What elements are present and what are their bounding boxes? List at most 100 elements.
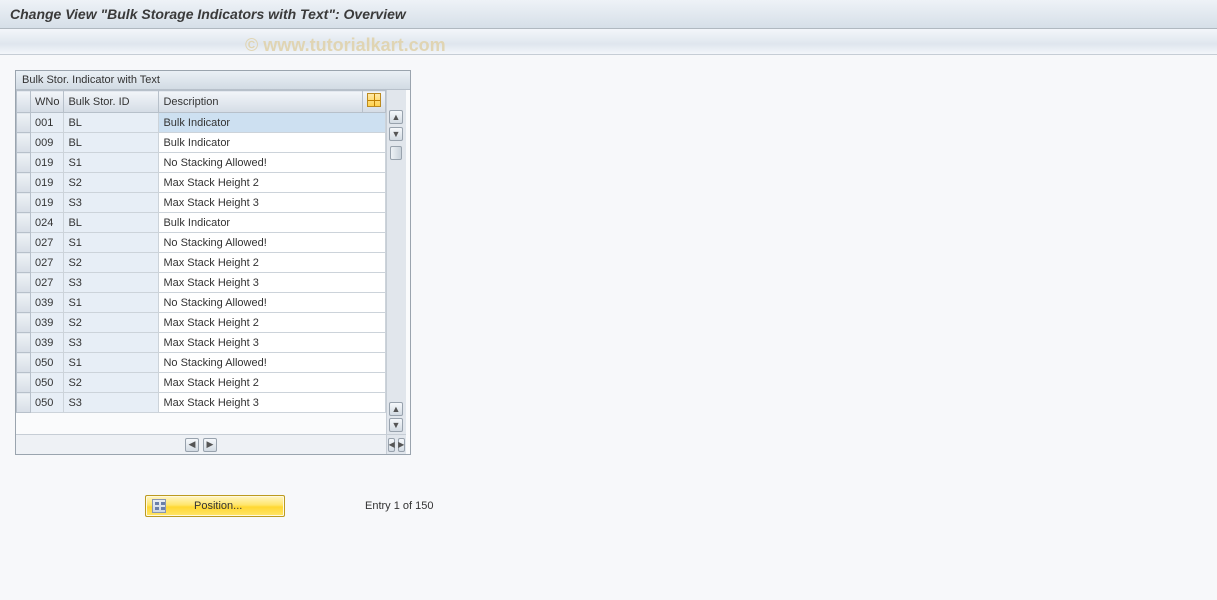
cell-description[interactable]: Bulk Indicator xyxy=(159,113,386,133)
row-selector[interactable] xyxy=(17,193,31,213)
configure-columns-button[interactable] xyxy=(363,91,386,113)
cell-wno: 050 xyxy=(31,393,64,413)
cell-wno: 039 xyxy=(31,313,64,333)
table-row[interactable]: 027S2Max Stack Height 2 xyxy=(17,253,386,273)
table-row[interactable]: 050S3Max Stack Height 3 xyxy=(17,393,386,413)
content-area: Bulk Stor. Indicator with Text WNo Bulk … xyxy=(0,55,1217,532)
cell-id: S3 xyxy=(64,333,159,353)
table-row[interactable]: 009BLBulk Indicator xyxy=(17,133,386,153)
bulk-stor-panel: Bulk Stor. Indicator with Text WNo Bulk … xyxy=(15,70,411,455)
row-selector[interactable] xyxy=(17,233,31,253)
cell-wno: 039 xyxy=(31,333,64,353)
row-selector[interactable] xyxy=(17,133,31,153)
table-row[interactable]: 027S1No Stacking Allowed! xyxy=(17,233,386,253)
cell-id: S1 xyxy=(64,293,159,313)
row-selector[interactable] xyxy=(17,113,31,133)
cell-id: S1 xyxy=(64,153,159,173)
horizontal-scrollbar[interactable]: ◀ ▶ xyxy=(16,434,386,454)
table-row[interactable]: 050S1No Stacking Allowed! xyxy=(17,353,386,373)
scroll-left-icon[interactable]: ◀ xyxy=(388,438,395,452)
panel-header: Bulk Stor. Indicator with Text xyxy=(16,71,410,90)
cell-description[interactable]: Max Stack Height 3 xyxy=(159,273,386,293)
row-selector[interactable] xyxy=(17,153,31,173)
scroll-down-icon[interactable]: ▼ xyxy=(389,127,403,141)
cell-description[interactable]: Max Stack Height 2 xyxy=(159,373,386,393)
table-row[interactable]: 024BLBulk Indicator xyxy=(17,213,386,233)
bulk-stor-table: WNo Bulk Stor. ID Description 001BLBulk … xyxy=(16,90,386,413)
row-selector[interactable] xyxy=(17,353,31,373)
table-row[interactable]: 019S1No Stacking Allowed! xyxy=(17,153,386,173)
table-row[interactable]: 001BLBulk Indicator xyxy=(17,113,386,133)
col-header-wno[interactable]: WNo xyxy=(31,91,64,113)
cell-description[interactable]: Max Stack Height 3 xyxy=(159,333,386,353)
table-wrap: WNo Bulk Stor. ID Description 001BLBulk … xyxy=(16,90,410,454)
cell-id: S3 xyxy=(64,273,159,293)
col-header-desc[interactable]: Description xyxy=(159,91,363,113)
cell-wno: 019 xyxy=(31,173,64,193)
cell-description[interactable]: No Stacking Allowed! xyxy=(159,233,386,253)
cell-description[interactable]: Max Stack Height 2 xyxy=(159,313,386,333)
table-row[interactable]: 019S2Max Stack Height 2 xyxy=(17,173,386,193)
position-icon xyxy=(152,499,166,513)
toolbar-strip xyxy=(0,29,1217,55)
position-button-label: Position... xyxy=(194,500,242,512)
cell-description[interactable]: Max Stack Height 2 xyxy=(159,253,386,273)
horizontal-scrollbar-corner[interactable]: ◀ ▶ xyxy=(386,434,406,454)
cell-id: BL xyxy=(64,133,159,153)
cell-wno: 027 xyxy=(31,253,64,273)
configure-icon xyxy=(367,93,381,107)
row-selector[interactable] xyxy=(17,253,31,273)
cell-id: S2 xyxy=(64,373,159,393)
entry-status: Entry 1 of 150 xyxy=(365,500,434,512)
page-title: Change View "Bulk Storage Indicators wit… xyxy=(10,6,406,22)
row-selector[interactable] xyxy=(17,373,31,393)
row-selector[interactable] xyxy=(17,293,31,313)
vertical-scrollbar[interactable]: ▲ ▼ ▲ ▼ xyxy=(386,90,406,434)
cell-id: S3 xyxy=(64,393,159,413)
cell-id: S1 xyxy=(64,353,159,373)
cell-description[interactable]: Max Stack Height 3 xyxy=(159,193,386,213)
cell-description[interactable]: Bulk Indicator xyxy=(159,133,386,153)
row-selector[interactable] xyxy=(17,273,31,293)
cell-id: BL xyxy=(64,113,159,133)
table-row[interactable]: 039S2Max Stack Height 2 xyxy=(17,313,386,333)
select-all-header[interactable] xyxy=(17,91,31,113)
cell-description[interactable]: Max Stack Height 3 xyxy=(159,393,386,413)
scroll-right-icon[interactable]: ▶ xyxy=(203,438,217,452)
cell-id: S2 xyxy=(64,173,159,193)
cell-wno: 001 xyxy=(31,113,64,133)
scroll-down-icon[interactable]: ▼ xyxy=(389,418,403,432)
row-selector[interactable] xyxy=(17,313,31,333)
scroll-thumb[interactable] xyxy=(390,146,402,160)
cell-id: S2 xyxy=(64,253,159,273)
col-header-id[interactable]: Bulk Stor. ID xyxy=(64,91,159,113)
cell-id: S3 xyxy=(64,193,159,213)
table-scroll: WNo Bulk Stor. ID Description 001BLBulk … xyxy=(16,90,386,434)
cell-description[interactable]: No Stacking Allowed! xyxy=(159,293,386,313)
cell-id: BL xyxy=(64,213,159,233)
row-selector[interactable] xyxy=(17,173,31,193)
cell-wno: 027 xyxy=(31,233,64,253)
table-row[interactable]: 050S2Max Stack Height 2 xyxy=(17,373,386,393)
cell-wno: 050 xyxy=(31,373,64,393)
table-row[interactable]: 039S1No Stacking Allowed! xyxy=(17,293,386,313)
scroll-up-icon[interactable]: ▲ xyxy=(389,402,403,416)
table-row[interactable]: 019S3Max Stack Height 3 xyxy=(17,193,386,213)
cell-wno: 039 xyxy=(31,293,64,313)
cell-description[interactable]: No Stacking Allowed! xyxy=(159,353,386,373)
row-selector[interactable] xyxy=(17,393,31,413)
cell-wno: 009 xyxy=(31,133,64,153)
position-button[interactable]: Position... xyxy=(145,495,285,517)
cell-description[interactable]: No Stacking Allowed! xyxy=(159,153,386,173)
scroll-right-icon[interactable]: ▶ xyxy=(398,438,405,452)
cell-wno: 027 xyxy=(31,273,64,293)
scroll-left-icon[interactable]: ◀ xyxy=(185,438,199,452)
footer-row: Position... Entry 1 of 150 xyxy=(15,495,1202,517)
table-row[interactable]: 027S3Max Stack Height 3 xyxy=(17,273,386,293)
row-selector[interactable] xyxy=(17,333,31,353)
scroll-up-icon[interactable]: ▲ xyxy=(389,110,403,124)
cell-description[interactable]: Bulk Indicator xyxy=(159,213,386,233)
cell-description[interactable]: Max Stack Height 2 xyxy=(159,173,386,193)
row-selector[interactable] xyxy=(17,213,31,233)
table-row[interactable]: 039S3Max Stack Height 3 xyxy=(17,333,386,353)
